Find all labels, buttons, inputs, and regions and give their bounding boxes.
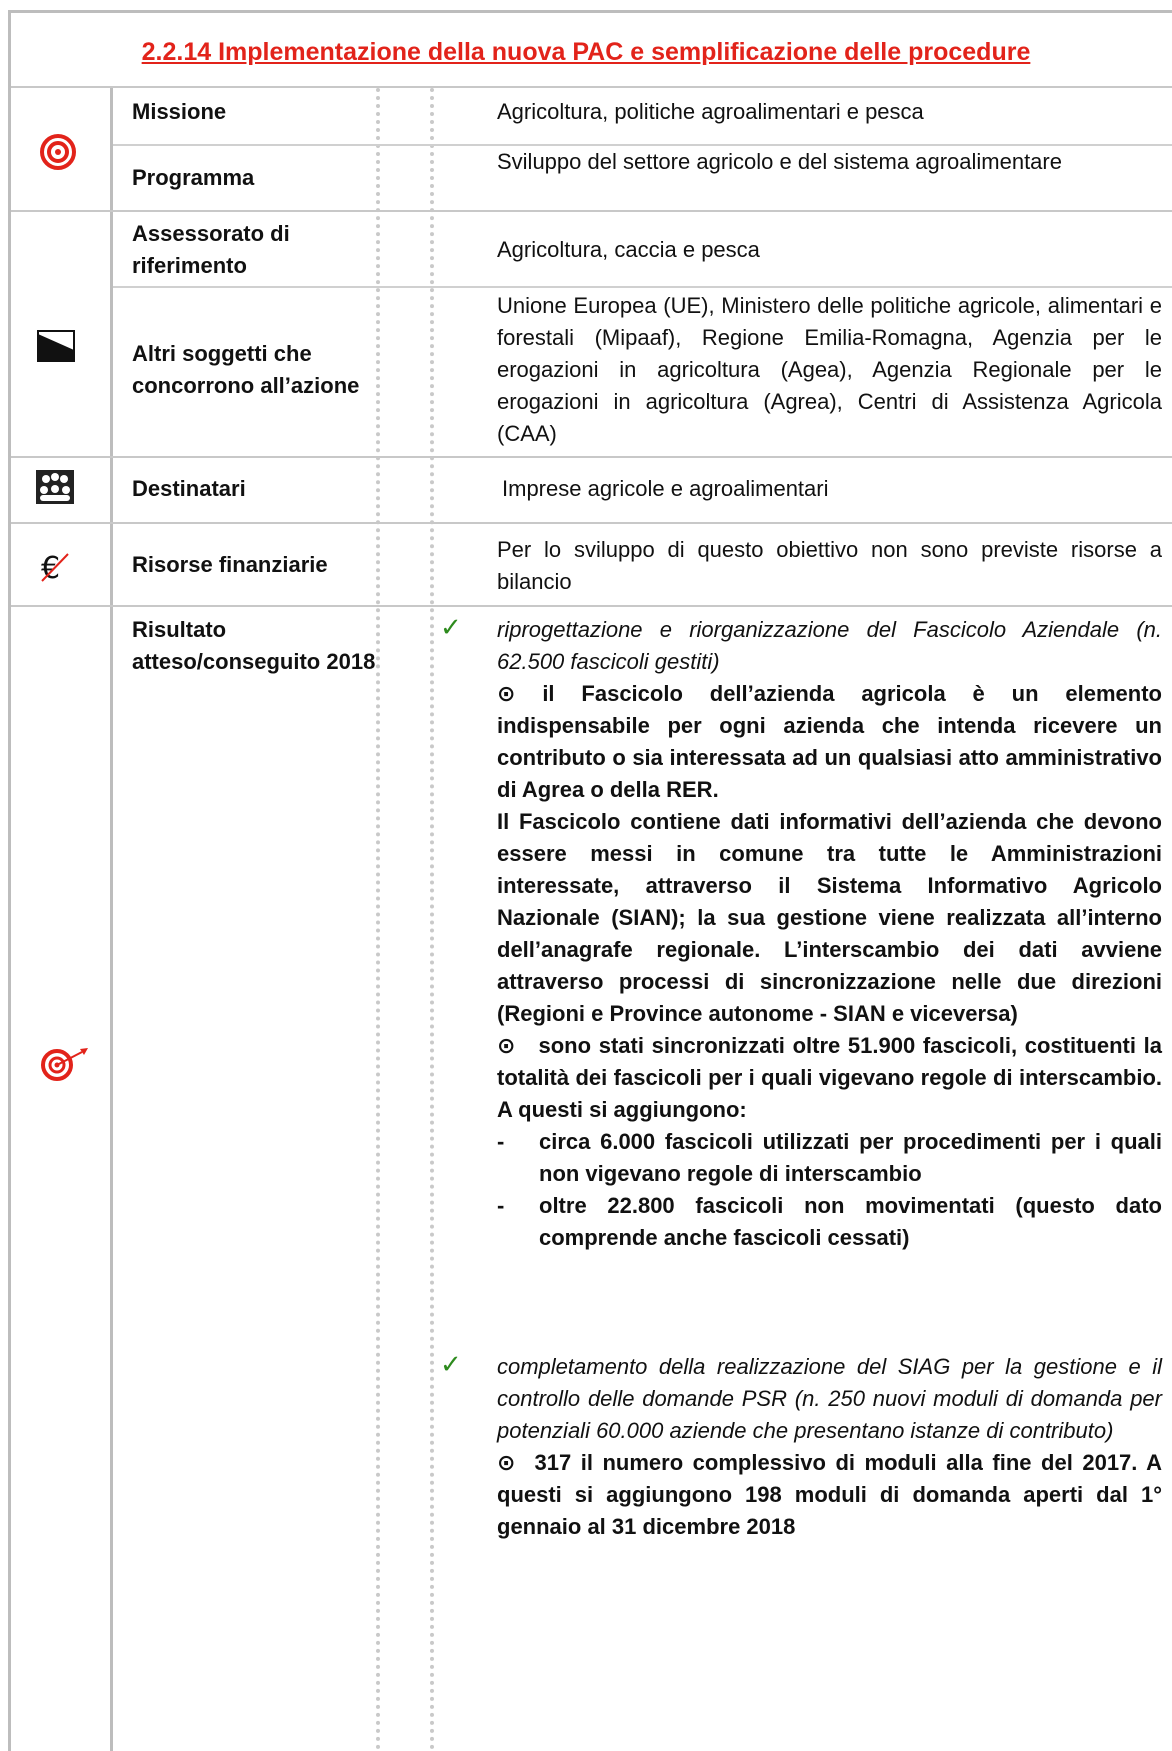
mountain-flag-icon bbox=[37, 330, 75, 362]
dash-marker: - bbox=[497, 1193, 505, 1218]
bullet-icon: ⊙ bbox=[497, 681, 516, 706]
dash-text: oltre 22.800 fascicoli non movimentati (… bbox=[539, 1193, 1162, 1250]
group-separator bbox=[11, 210, 1172, 212]
target-icon bbox=[40, 134, 76, 170]
programma-value: Sviluppo del settore agricolo e del sist… bbox=[497, 149, 1062, 174]
group-separator bbox=[11, 456, 1172, 458]
dash-marker: - bbox=[497, 1129, 505, 1154]
page-title: 2.2.14 Implementazione della nuova PAC e… bbox=[141, 38, 1031, 66]
programma-label: Programma bbox=[132, 165, 255, 190]
risultato-item1-para2: Il Fascicolo contiene dati informativi d… bbox=[497, 809, 1162, 1026]
para-text: sono stati sincronizzati oltre 51.900 fa… bbox=[497, 1033, 1163, 1122]
risultato-content-2: completamento della realizzazione del SI… bbox=[497, 1351, 1162, 1543]
risultato-item2-para1: ⊙ 317 il numero complessivo di moduli al… bbox=[497, 1447, 1162, 1543]
missione-label: Missione bbox=[132, 99, 227, 124]
risorse-label: Risorse finanziarie bbox=[132, 552, 328, 577]
para-text: 317 il numero complessivo di moduli alla… bbox=[497, 1450, 1162, 1539]
missione-value: Agricoltura, politiche agroalimentari e … bbox=[497, 99, 924, 124]
bullet-icon: ⊙ bbox=[497, 1450, 516, 1475]
check-icon: ✓ bbox=[440, 1349, 462, 1379]
check-icon: ✓ bbox=[440, 612, 462, 642]
group-separator bbox=[11, 86, 1172, 88]
column-divider bbox=[430, 88, 434, 1751]
group-separator bbox=[11, 605, 1172, 607]
risultato-item1-para3: ⊙ sono stati sincronizzati oltre 51.900 … bbox=[497, 1030, 1162, 1126]
altri-soggetti-label: Altri soggetti che concorrono all’azione bbox=[132, 341, 360, 398]
risultato-content: riprogettazione e riorganizzazione del F… bbox=[497, 614, 1162, 1254]
risultato-item1-para1: ⊙ il Fascicolo dell’azienda agricola è u… bbox=[497, 678, 1162, 806]
dart-target-icon bbox=[41, 1048, 88, 1081]
destinatari-value: Imprese agricole e agroalimentari bbox=[502, 476, 829, 501]
para-text: il Fascicolo dell’azienda agricola è un … bbox=[497, 681, 1162, 802]
destinatari-label: Destinatari bbox=[132, 476, 246, 501]
assessorato-label: Assessorato di riferimento bbox=[132, 221, 290, 278]
risultato-item2-text: completamento della realizzazione del SI… bbox=[497, 1354, 1162, 1443]
altri-soggetti-value: Unione Europea (UE), Ministero delle pol… bbox=[497, 293, 1162, 446]
bullet-icon: ⊙ bbox=[497, 1033, 516, 1058]
risultato-label: Risultato atteso/conseguito 2018 bbox=[132, 617, 376, 674]
risultato-item1-text: riprogettazione e riorganizzazione del F… bbox=[497, 617, 1162, 674]
euro-crossed-icon: € bbox=[41, 551, 69, 583]
dash-list-item: - circa 6.000 fascicoli utilizzati per pr… bbox=[497, 1126, 1162, 1190]
row-separator bbox=[113, 286, 1172, 288]
group-separator bbox=[11, 522, 1172, 524]
risorse-value: Per lo sviluppo di questo obiettivo non … bbox=[497, 537, 1162, 594]
dash-text: circa 6.000 fascicoli utilizzati per pro… bbox=[539, 1129, 1162, 1186]
assessorato-value: Agricoltura, caccia e pesca bbox=[497, 237, 760, 262]
people-group-icon bbox=[36, 470, 74, 504]
dash-list-item: - oltre 22.800 fascicoli non movimentati … bbox=[497, 1190, 1162, 1254]
